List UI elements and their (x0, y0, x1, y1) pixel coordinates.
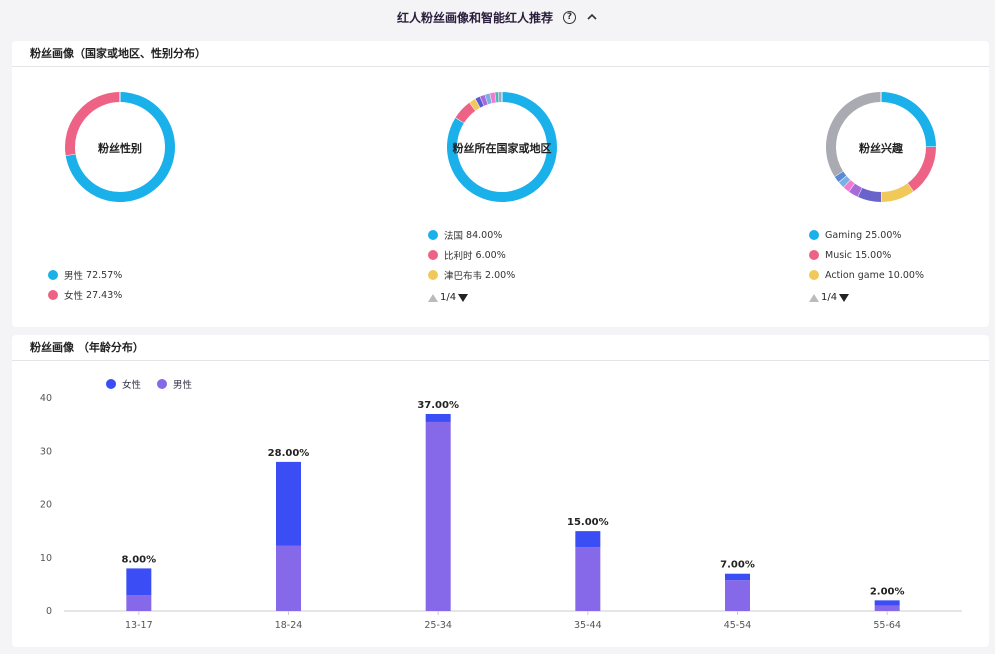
pager-page-indicator: 1/4 (821, 292, 838, 303)
legend-label: 比利时 (444, 251, 473, 262)
pager-prev-icon[interactable] (809, 293, 819, 302)
bar-total-label: 28.00% (268, 448, 310, 459)
bar-segment-male[interactable] (725, 580, 750, 611)
x-tick-label: 13-17 (125, 620, 153, 631)
pager-page-indicator: 1/4 (440, 292, 457, 303)
legend-dot (809, 230, 819, 240)
legend-dot (809, 250, 819, 260)
gender-donut: 粉丝性别 (60, 87, 180, 207)
bar-segment-male[interactable] (276, 545, 301, 611)
country-donut-slice[interactable] (485, 93, 493, 105)
country-donut: 粉丝所在国家或地区 (442, 87, 562, 207)
legend-dot (48, 290, 58, 300)
age-bar-chart: 0 10 20 30 40 8.00% 13-17 28.00% 18-24 37.00% 25-3… (40, 393, 962, 631)
legend-label: Music (825, 249, 853, 261)
interest-donut-slice[interactable] (857, 187, 882, 202)
y-tick-label: 40 (40, 393, 52, 404)
gender-legend: 男性 72.57% 女性 27.43% (48, 265, 122, 305)
page-title: 红人粉丝画像和智能红人推荐 (396, 10, 553, 25)
bar-segment-male[interactable] (425, 421, 451, 611)
legend-pct: 10.00% (887, 269, 924, 281)
legend-label: 津巴布韦 (444, 271, 483, 282)
interest-donut-slice[interactable] (843, 179, 855, 192)
legend-pct: 84.00% (466, 229, 503, 241)
y-tick-label: 30 (40, 446, 52, 457)
bar-total-label: 15.00% (567, 517, 609, 528)
legend-pct: 15.00% (855, 249, 892, 261)
pager-next-icon[interactable] (458, 293, 469, 302)
bar-segment-male[interactable] (575, 547, 601, 611)
interest-donut-slice[interactable] (826, 92, 882, 177)
interest-donut-slice[interactable] (880, 183, 914, 202)
bar-total-label: 7.00% (720, 560, 755, 571)
legend-item: 法国 84.00% (428, 225, 515, 245)
country-donut-slice[interactable] (475, 96, 485, 108)
section-title-region-gender: 粉丝画像（国家或地区、性别分布） (12, 41, 989, 67)
gender-donut-center-label: 粉丝性别 (98, 142, 142, 155)
x-tick-label: 45-54 (724, 620, 752, 631)
bar-segment-female[interactable] (575, 531, 601, 548)
legend-label: Gaming (825, 229, 863, 241)
bar-total-label: 37.00% (417, 400, 459, 411)
legend-pct: 27.43% (86, 289, 123, 301)
bar-segment-male[interactable] (874, 605, 900, 611)
y-tick-label: 20 (40, 500, 52, 511)
legend-item: 女性 27.43% (48, 285, 122, 305)
legend-label: 男性 (64, 271, 84, 282)
legend-pct: 2.00% (485, 269, 516, 281)
legend-dot (809, 270, 819, 280)
legend-dot (48, 270, 58, 280)
country-donut-slice[interactable] (455, 102, 476, 124)
legend-label: 女性 (64, 291, 84, 302)
y-tick-label: 0 (46, 606, 52, 617)
country-donut-slice[interactable] (490, 92, 497, 104)
legend-dot (428, 230, 438, 240)
bar-segment-female[interactable] (276, 461, 301, 546)
bar-segment-female[interactable] (874, 600, 900, 606)
x-tick-label: 18-24 (275, 620, 303, 631)
bar-segment-female[interactable] (725, 573, 750, 581)
bar-segment-male[interactable] (126, 595, 152, 611)
bar-total-label: 2.00% (870, 586, 905, 597)
legend-item: 津巴布韦 2.00% (428, 265, 515, 285)
y-tick-label: 10 (40, 553, 52, 564)
legend-item: Gaming 25.00% (809, 225, 924, 245)
fan-profile-region-gender-card: 粉丝画像（国家或地区、性别分布） 粉丝性别 男性 72.57% 女性 27.43… (12, 41, 989, 327)
legend-dot (428, 270, 438, 280)
fan-profile-age-card: 粉丝画像 （年龄分布） 女性 男性 0 10 20 30 40 8.00% 13-17 28.… (12, 335, 989, 647)
bar-total-label: 8.00% (121, 554, 156, 565)
interest-donut-slice[interactable] (834, 171, 847, 183)
interest-donut-slice[interactable] (838, 175, 851, 188)
pager-prev-icon[interactable] (428, 293, 438, 302)
chevron-up-icon[interactable] (586, 11, 598, 23)
legend-label: Action game (825, 269, 885, 281)
interest-legend: Gaming 25.00% Music 15.00% Action game 1… (809, 225, 924, 285)
legend-pct: 25.00% (865, 229, 902, 241)
legend-label: 法国 (444, 231, 464, 242)
legend-pct: 6.00% (475, 249, 506, 261)
country-donut-slice[interactable] (480, 94, 489, 106)
bar-segment-female[interactable] (425, 413, 451, 422)
interest-donut-slice[interactable] (848, 183, 862, 197)
bar-segment-female[interactable] (126, 568, 152, 596)
pager-next-icon[interactable] (839, 293, 850, 302)
x-tick-label: 35-44 (574, 620, 602, 631)
page-header: 红人粉丝画像和智能红人推荐 ? (0, 0, 995, 34)
interest-donut-center-label: 粉丝兴趣 (859, 142, 903, 155)
country-legend: 法国 84.00% 比利时 6.00% 津巴布韦 2.00% (428, 225, 515, 285)
legend-pct: 72.57% (86, 269, 123, 281)
legend-item: 男性 72.57% (48, 265, 122, 285)
x-tick-label: 25-34 (424, 620, 452, 631)
country-donut-center-label: 粉丝所在国家或地区 (452, 142, 552, 155)
legend-item: 比利时 6.00% (428, 245, 515, 265)
legend-dot (428, 250, 438, 260)
interest-donut: 粉丝兴趣 (821, 87, 941, 207)
interest-legend-pager: 1/4 (809, 292, 850, 303)
x-tick-label: 55-64 (873, 620, 901, 631)
legend-item: Music 15.00% (809, 245, 924, 265)
help-icon[interactable]: ? (563, 10, 576, 24)
country-donut-slice[interactable] (469, 98, 481, 111)
legend-item: Action game 10.00% (809, 265, 924, 285)
country-legend-pager: 1/4 (428, 292, 469, 303)
